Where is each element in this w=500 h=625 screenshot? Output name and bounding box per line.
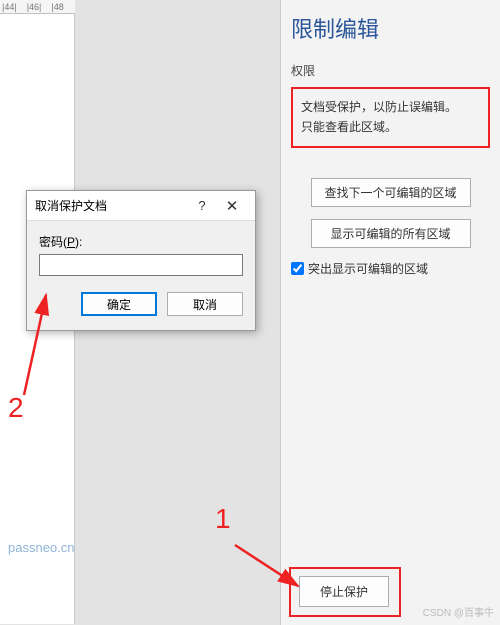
label-accelerator: P	[67, 235, 75, 249]
password-label: 密码(P):	[39, 233, 243, 250]
annotation-number-1: 1	[215, 503, 231, 535]
dialog-button-row: 确定 取消	[39, 292, 243, 316]
highlight-regions-checkbox-row[interactable]: 突出显示可编辑的区域	[291, 260, 490, 277]
panel-subheading: 权限	[291, 62, 490, 79]
info-line: 只能查看此区域。	[301, 117, 480, 137]
csdn-attribution: CSDN @百事牛	[423, 604, 494, 619]
ruler-mark: |46|	[27, 2, 42, 12]
show-all-regions-button[interactable]: 显示可编辑的所有区域	[311, 219, 471, 248]
ruler-mark: |44|	[2, 2, 17, 12]
ok-button[interactable]: 确定	[81, 292, 157, 316]
restrict-editing-panel: 限制编辑 权限 文档受保护，以防止误编辑。 只能查看此区域。 查找下一个可编辑的…	[280, 0, 500, 625]
dialog-titlebar: 取消保护文档 ? ✕	[27, 191, 255, 221]
label-text: 密码(	[39, 235, 67, 249]
panel-title: 限制编辑	[291, 12, 490, 44]
protection-info-box: 文档受保护，以防止误编辑。 只能查看此区域。	[291, 87, 490, 148]
info-line: 文档受保护，以防止误编辑。	[301, 97, 480, 117]
stop-protection-wrap: 停止保护	[299, 576, 389, 607]
highlight-regions-label: 突出显示可编辑的区域	[308, 260, 428, 277]
ruler: |44| |46| |48	[0, 0, 75, 14]
password-input[interactable]	[39, 254, 243, 276]
dialog-title: 取消保护文档	[35, 197, 187, 214]
dialog-body: 密码(P): 确定 取消	[27, 221, 255, 330]
highlight-regions-checkbox[interactable]	[291, 262, 304, 275]
help-icon[interactable]: ?	[187, 198, 217, 213]
stop-protection-button[interactable]: 停止保护	[299, 576, 389, 607]
screenshot-root: |44| |46| |48 限制编辑 权限 文档受保护，以防止误编辑。 只能查看…	[0, 0, 500, 625]
unprotect-dialog: 取消保护文档 ? ✕ 密码(P): 确定 取消	[26, 190, 256, 331]
find-next-region-button[interactable]: 查找下一个可编辑的区域	[311, 178, 471, 207]
watermark-text: passneo.cn	[8, 540, 75, 555]
close-icon[interactable]: ✕	[217, 197, 247, 215]
cancel-button[interactable]: 取消	[167, 292, 243, 316]
label-text: ):	[75, 235, 82, 249]
ruler-mark: |48	[51, 2, 63, 12]
annotation-number-2: 2	[8, 392, 24, 424]
